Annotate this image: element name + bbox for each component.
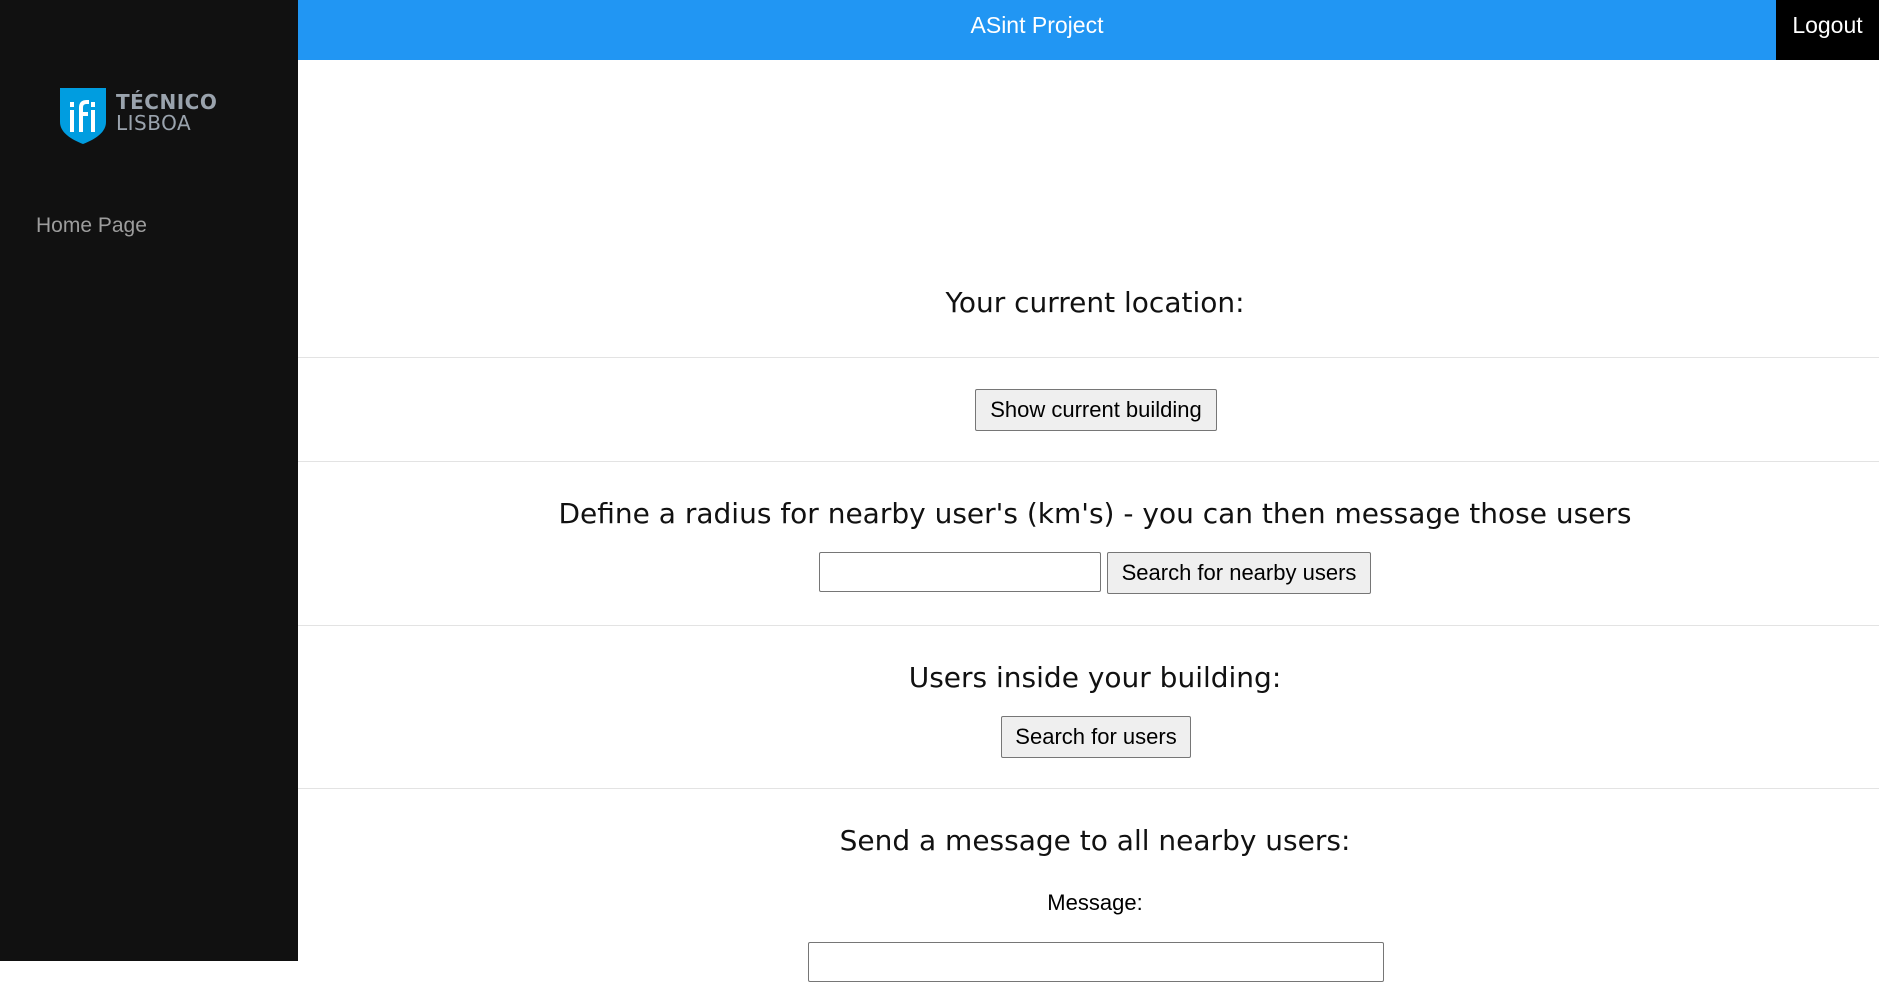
send-message-heading: Send a message to all nearby users: <box>839 824 1351 857</box>
logo-wordmark: TÉCNICO LISBOA <box>116 92 217 134</box>
search-for-users-button[interactable]: Search for users <box>1001 716 1191 758</box>
sidebar-item-home-page[interactable]: Home Page <box>36 214 147 238</box>
message-field-label: Message: <box>1047 890 1143 915</box>
radius-input[interactable] <box>819 552 1101 592</box>
divider <box>298 625 1879 626</box>
main-content: Your current location: Show current buil… <box>298 60 1879 982</box>
message-input[interactable] <box>808 942 1384 982</box>
logo-line-lisboa: LISBOA <box>116 111 192 135</box>
logout-button[interactable]: Logout <box>1776 0 1879 60</box>
sidebar: TÉCNICO LISBOA Home Page <box>0 0 298 961</box>
top-bar: ASint Project Logout <box>298 0 1879 60</box>
tecnico-lisboa-logo: TÉCNICO LISBOA <box>60 88 217 144</box>
divider <box>298 461 1879 462</box>
nearby-radius-heading: Define a radius for nearby user's (km's)… <box>558 497 1632 530</box>
logo-line-tecnico: TÉCNICO <box>116 90 218 114</box>
search-nearby-users-button[interactable]: Search for nearby users <box>1107 552 1371 594</box>
shield-icon <box>60 88 106 144</box>
divider <box>298 788 1879 789</box>
show-current-building-button[interactable]: Show current building <box>975 389 1217 431</box>
current-location-heading: Your current location: <box>945 286 1245 319</box>
app-title: ASint Project <box>970 12 1104 38</box>
users-in-building-heading: Users inside your building: <box>908 661 1282 694</box>
divider <box>298 357 1879 358</box>
